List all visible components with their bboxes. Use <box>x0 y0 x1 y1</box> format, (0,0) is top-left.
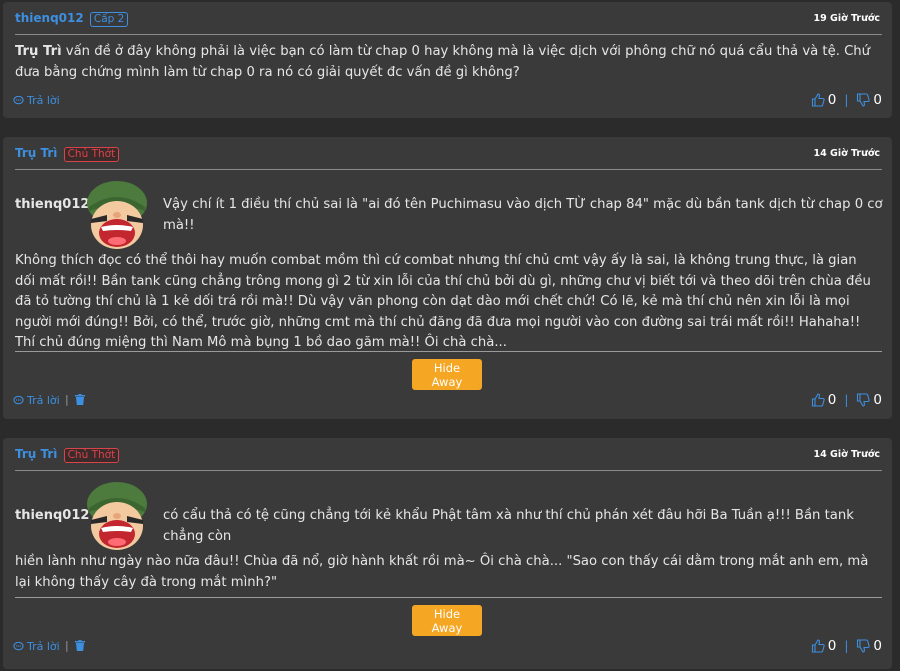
quoted-reply: thienq012 Vậy chí ít 1 điều thí chủ sai … <box>15 177 885 257</box>
vote-separator: | <box>844 93 849 107</box>
mention[interactable]: Trụ Trì <box>15 44 62 59</box>
delete-area: | <box>65 639 85 652</box>
chat-bubble-icon <box>13 95 24 105</box>
comment-card: Trụ Trì Chủ Thớt 14 Giờ Trước thienq012 … <box>3 438 892 669</box>
divider <box>15 351 882 352</box>
thumbs-down-icon[interactable] <box>856 393 871 407</box>
trash-icon[interactable] <box>74 640 85 651</box>
comment-text: vấn đề ở đây không phải là việc bạn có l… <box>15 44 871 80</box>
footer-separator: | <box>65 393 69 406</box>
thumbs-up-icon[interactable] <box>811 93 825 107</box>
comment-time: 14 Giờ Trước <box>813 449 880 460</box>
reply-label: Trả lời <box>27 94 60 107</box>
hide-away-button[interactable]: Hide Away <box>412 605 482 636</box>
comment-time: 19 Giờ Trước <box>813 13 880 24</box>
quoted-text: có cẩu thả có tệ cũng chẳng tới kẻ khẩu … <box>163 508 854 544</box>
comment-author[interactable]: Trụ Trì Chủ Thớt <box>15 146 120 162</box>
like-count: 0 <box>827 92 837 108</box>
thumbs-up-icon[interactable] <box>811 393 825 407</box>
vote-separator: | <box>844 393 849 407</box>
dislike-count: 0 <box>873 92 882 108</box>
comment-time: 14 Giờ Trước <box>813 148 880 159</box>
author-name[interactable]: Trụ Trì <box>15 146 57 160</box>
trash-icon[interactable] <box>74 394 85 405</box>
thumbs-up-icon[interactable] <box>811 639 825 653</box>
divider <box>15 597 882 598</box>
like-count: 0 <box>827 392 837 408</box>
chat-bubble-icon <box>13 641 24 651</box>
comment-footer: Trả lời | 0 | 0 <box>13 638 882 656</box>
quoted-text: Vậy chí ít 1 điều thí chủ sai là "ai đó … <box>163 197 883 233</box>
chat-bubble-icon <box>13 395 24 405</box>
owner-badge: Chủ Thớt <box>63 448 120 463</box>
author-name[interactable]: thienq012 <box>15 11 84 25</box>
comment-footer: Trả lời 0 | 0 <box>13 92 882 110</box>
comment-card: Trụ Trì Chủ Thớt 14 Giờ Trước thienq012 … <box>3 137 892 419</box>
reply-button[interactable]: Trả lời <box>13 640 60 653</box>
reply-label: Trả lời <box>27 640 60 653</box>
vote-area: 0 | 0 <box>811 392 882 408</box>
reply-label: Trả lời <box>27 394 60 407</box>
level-badge: Cấp 2 <box>89 12 129 27</box>
owner-badge: Chủ Thớt <box>63 147 120 162</box>
thumbs-down-icon[interactable] <box>856 93 871 107</box>
like-count: 0 <box>827 638 837 654</box>
vote-separator: | <box>844 639 849 653</box>
avatar <box>87 181 147 249</box>
comment-author[interactable]: Trụ Trì Chủ Thớt <box>15 447 120 463</box>
vote-area: 0 | 0 <box>811 638 882 654</box>
reply-button[interactable]: Trả lời <box>13 394 60 407</box>
thumbs-down-icon[interactable] <box>856 639 871 653</box>
delete-area: | <box>65 393 85 406</box>
footer-separator: | <box>65 639 69 652</box>
comment-header: Trụ Trì Chủ Thớt 14 Giờ Trước <box>15 137 882 170</box>
dislike-count: 0 <box>873 638 882 654</box>
avatar <box>87 482 147 550</box>
comment-body: hiền lành như ngày nào nữa đâu!! Chùa đã… <box>15 554 869 590</box>
comment-body: Không thích đọc có thể thôi hay muốn com… <box>15 253 871 350</box>
dislike-count: 0 <box>873 392 882 408</box>
comment-body: Trụ Trì vấn đề ở đây không phải là việc … <box>15 42 878 83</box>
comment-card: thienq012 Cấp 2 19 Giờ Trước Trụ Trì vấn… <box>3 2 892 118</box>
quoted-reply: thienq012 có cẩu thả có tệ cũng chẳng tớ… <box>15 478 885 558</box>
comment-header: Trụ Trì Chủ Thớt 14 Giờ Trước <box>15 438 882 471</box>
comment-header: thienq012 Cấp 2 19 Giờ Trước <box>15 2 882 35</box>
reply-button[interactable]: Trả lời <box>13 94 60 107</box>
comment-author[interactable]: thienq012 Cấp 2 <box>15 11 129 27</box>
comment-footer: Trả lời | 0 | 0 <box>13 392 882 410</box>
author-name[interactable]: Trụ Trì <box>15 447 57 461</box>
vote-area: 0 | 0 <box>811 92 882 108</box>
hide-away-button[interactable]: Hide Away <box>412 359 482 390</box>
